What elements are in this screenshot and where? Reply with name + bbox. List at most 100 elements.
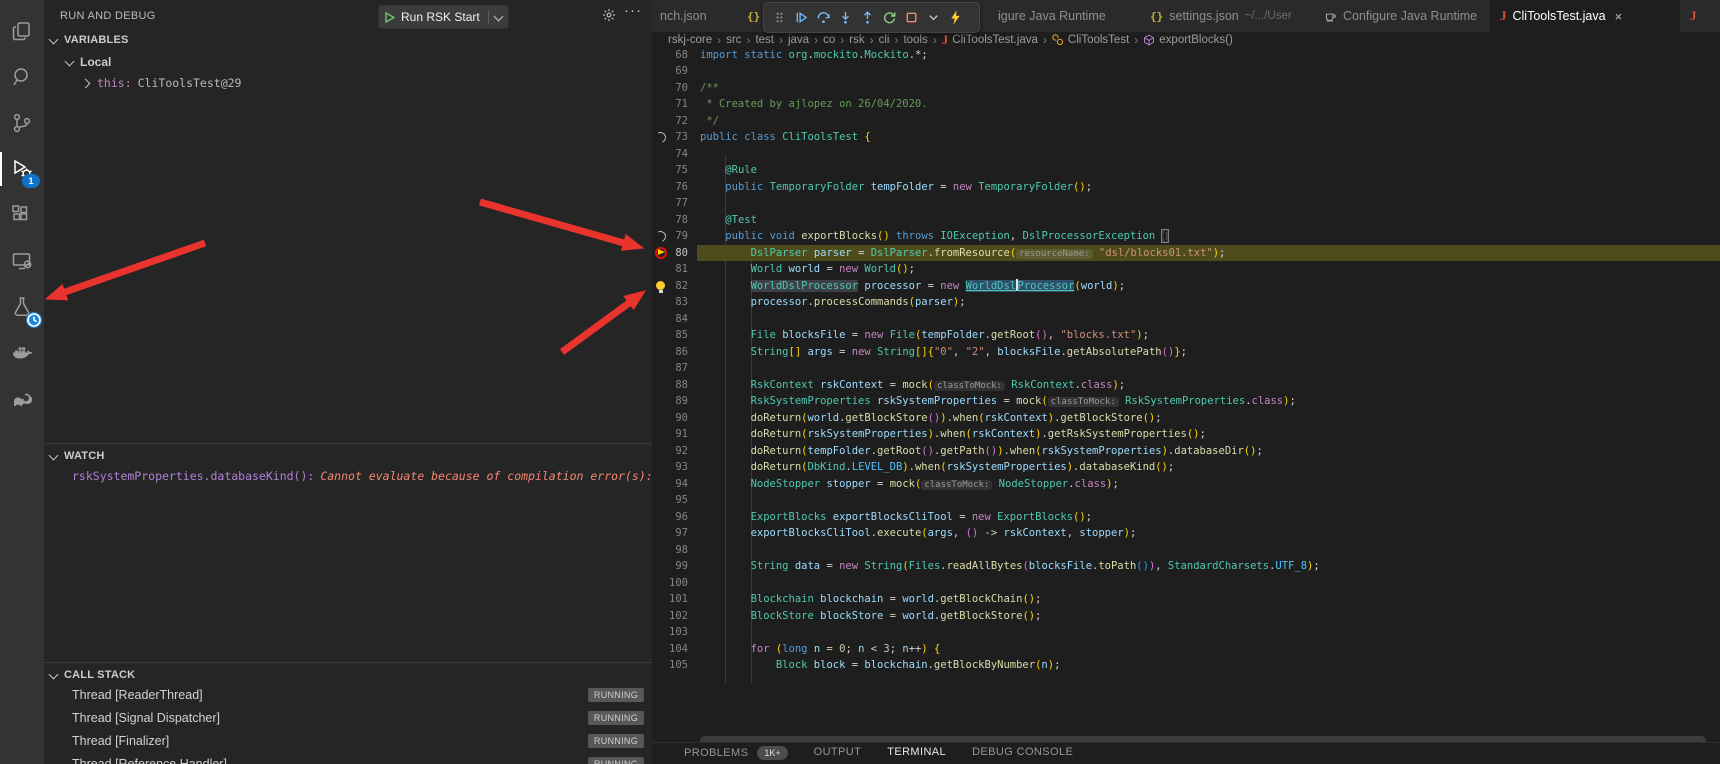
lightbulb-icon[interactable] — [656, 281, 665, 290]
crumb-label: co — [823, 34, 835, 46]
call-stack-thread-row[interactable]: Thread [Finalizer]RUNNING — [44, 730, 652, 752]
activitybar-item-search[interactable] — [0, 54, 44, 100]
editor-tab-nch.json[interactable]: nch.json — [652, 0, 738, 32]
activitybar-item-testing[interactable] — [0, 284, 44, 330]
code-line-91[interactable]: 91 doReturn(rskSystemProperties).when(rs… — [652, 426, 1720, 443]
call-stack-section-header[interactable]: CALL STACK — [44, 665, 652, 685]
code-line-73[interactable]: 73public class CliToolsTest { — [652, 129, 1720, 146]
activitybar-item-explorer[interactable] — [0, 8, 44, 54]
call-stack-thread-row[interactable]: Thread [Reference Handler]RUNNING — [44, 753, 652, 764]
code-line-83[interactable]: 83 processor.processCommands(parser); — [652, 294, 1720, 311]
code-line-79[interactable]: 79 public void exportBlocks() throws IOE… — [652, 228, 1720, 245]
breadcrumb-folder-tools[interactable]: tools — [903, 34, 927, 46]
code-line-72[interactable]: 72 */ — [652, 113, 1720, 130]
code-line-89[interactable]: 89 RskSystemProperties rskSystemProperti… — [652, 393, 1720, 410]
step-into-button[interactable] — [834, 6, 856, 30]
panel-tab-terminal[interactable]: TERMINAL — [887, 746, 946, 758]
code-line-81[interactable]: 81 World world = new World(); — [652, 261, 1720, 278]
activitybar-item-source-control[interactable] — [0, 100, 44, 146]
editor-tab-settings.json[interactable]: {}settings.json~/.../User — [1140, 0, 1315, 32]
watch-expression-row[interactable]: rskSystemProperties.databaseKind(): Cann… — [44, 466, 652, 486]
step-over-button[interactable] — [812, 6, 834, 30]
breadcrumb-folder-java[interactable]: java — [788, 34, 809, 46]
breadcrumb-folder-src[interactable]: src — [726, 34, 741, 46]
code-line-70[interactable]: 70/** — [652, 80, 1720, 97]
code-line-87[interactable]: 87 — [652, 360, 1720, 377]
variable-this-row[interactable]: this: CliToolsTest@29 — [44, 73, 652, 93]
breadcrumb-folder-cli[interactable]: cli — [879, 34, 890, 46]
code-line-103[interactable]: 103 — [652, 624, 1720, 641]
code-line-97[interactable]: 97 exportBlocksCliTool.execute(args, () … — [652, 525, 1720, 542]
code-line-69[interactable]: 69 — [652, 63, 1720, 80]
code-line-105[interactable]: 105 Block block = blockchain.getBlockByN… — [652, 657, 1720, 674]
code-line-93[interactable]: 93 doReturn(DbKind.LEVEL_DB).when(rskSys… — [652, 459, 1720, 476]
method-icon — [1143, 34, 1155, 46]
editor-tab[interactable]: J — [1680, 0, 1720, 32]
breadcrumb-method[interactable]: exportBlocks() — [1143, 34, 1233, 46]
activitybar-item-gradle[interactable] — [0, 376, 44, 422]
code-line-84[interactable]: 84 — [652, 311, 1720, 328]
code-line-85[interactable]: 85 File blocksFile = new File(tempFolder… — [652, 327, 1720, 344]
watch-section-header[interactable]: WATCH — [44, 446, 652, 466]
code-line-71[interactable]: 71 * Created by ajlopez on 26/04/2020. — [652, 96, 1720, 113]
call-stack-thread-row[interactable]: Thread [ReaderThread]RUNNING — [44, 684, 652, 706]
gear-icon[interactable] — [602, 8, 616, 27]
code-line-80[interactable]: 80 DslParser parser = DslParser.fromReso… — [652, 245, 1720, 262]
step-out-button[interactable] — [856, 6, 878, 30]
test-running-spinner-icon[interactable] — [653, 130, 667, 144]
code-line-100[interactable]: 100 — [652, 575, 1720, 592]
code-line-78[interactable]: 78 @Test — [652, 212, 1720, 229]
call-stack-thread-row[interactable]: Thread [Signal Dispatcher]RUNNING — [44, 707, 652, 729]
code-line-68[interactable]: 68import static org.mockito.Mockito.*; — [652, 47, 1720, 64]
editor-tab-configure-java-runtime[interactable]: Configure Java Runtime — [1314, 0, 1491, 32]
code-line-104[interactable]: 104 for (long n = 0; n < 3; n++) { — [652, 641, 1720, 658]
code-line-82[interactable]: 82 WorldDslProcessor processor = new Wor… — [652, 278, 1720, 295]
close-icon[interactable]: × — [1615, 9, 1623, 24]
code-line-95[interactable]: 95 — [652, 492, 1720, 509]
code-line-101[interactable]: 101 Blockchain blockchain = world.getBlo… — [652, 591, 1720, 608]
panel-tab-problems[interactable]: PROBLEMS1K+ — [684, 746, 788, 760]
code-line-88[interactable]: 88 RskContext rskContext = mock(classToM… — [652, 377, 1720, 394]
panel-tab-output[interactable]: OUTPUT — [814, 746, 862, 758]
activitybar-item-extensions[interactable] — [0, 192, 44, 238]
editor-tab-clitoolstest.java[interactable]: JCliToolsTest.java× — [1490, 0, 1681, 32]
code-line-102[interactable]: 102 BlockStore blockStore = world.getBlo… — [652, 608, 1720, 625]
activitybar-item-remote-explorer[interactable] — [0, 238, 44, 284]
code-line-74[interactable]: 74 — [652, 146, 1720, 163]
editor-tab-igure-java-runtime[interactable]: igure Java Runtime — [990, 0, 1141, 32]
stop-dropdown-button[interactable] — [922, 6, 944, 30]
breadcrumb-folder-test[interactable]: test — [755, 34, 774, 46]
stop-button[interactable] — [900, 6, 922, 30]
code-line-92[interactable]: 92 doReturn(tempFolder.getRoot().getPath… — [652, 443, 1720, 460]
restart-button[interactable] — [878, 6, 900, 30]
variables-section-header[interactable]: VARIABLES — [44, 30, 652, 50]
breadcrumb-class[interactable]: CliToolsTest — [1052, 34, 1129, 46]
breadcrumb-folder-rsk[interactable]: rsk — [849, 34, 864, 46]
panel-tab-debug-console[interactable]: DEBUG CONSOLE — [972, 746, 1073, 758]
test-running-spinner-icon[interactable] — [653, 229, 667, 243]
chevron-down-icon[interactable] — [493, 11, 503, 21]
code-line-98[interactable]: 98 — [652, 542, 1720, 559]
continue-button[interactable] — [790, 6, 812, 30]
breadcrumb-folder-co[interactable]: co — [823, 34, 835, 46]
code-line-90[interactable]: 90 doReturn(world.getBlockStore()).when(… — [652, 410, 1720, 427]
breadcrumb-file[interactable]: JCliToolsTest.java — [942, 32, 1038, 48]
current-execution-breakpoint-icon[interactable] — [655, 247, 667, 259]
code-line-94[interactable]: 94 NodeStopper stopper = mock(classToMoc… — [652, 476, 1720, 493]
more-actions-icon[interactable]: ··· — [624, 2, 642, 19]
code-line-75[interactable]: 75 @Rule — [652, 162, 1720, 179]
activitybar-item-run-and-debug[interactable]: 1 — [0, 146, 44, 192]
clock-badge-icon — [26, 312, 42, 328]
code-line-86[interactable]: 86 String[] args = new String[]{"0", "2"… — [652, 344, 1720, 361]
code-line-96[interactable]: 96 ExportBlocks exportBlocksCliTool = ne… — [652, 509, 1720, 526]
code-editor[interactable]: 67import static org.junit.Assert.*;68imp… — [652, 39, 1720, 751]
hot-code-replace-button[interactable] — [944, 6, 966, 30]
run-config-button[interactable]: Run RSK Start — [378, 5, 509, 29]
variables-scope-local[interactable]: Local — [44, 52, 652, 72]
activitybar-item-docker[interactable] — [0, 330, 44, 376]
breadcrumb-folder-rskj-core[interactable]: rskj-core — [668, 34, 712, 46]
code-line-76[interactable]: 76 public TemporaryFolder tempFolder = n… — [652, 179, 1720, 196]
code-line-99[interactable]: 99 String data = new String(Files.readAl… — [652, 558, 1720, 575]
drag-handle[interactable] — [768, 6, 790, 30]
code-line-77[interactable]: 77 — [652, 195, 1720, 212]
